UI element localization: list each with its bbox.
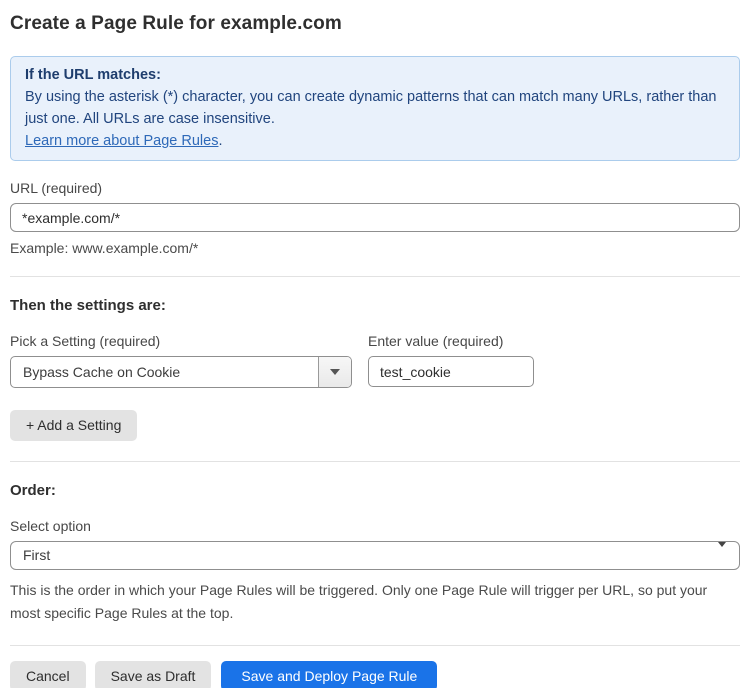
setting-column: Pick a Setting (required) Bypass Cache o…: [10, 314, 352, 388]
save-and-deploy-button[interactable]: Save and Deploy Page Rule: [221, 661, 437, 688]
info-box-link-line: Learn more about Page Rules.: [25, 130, 725, 152]
chevron-down-icon: [718, 547, 726, 565]
order-helper-text: This is the order in which your Page Rul…: [10, 579, 730, 625]
footer-actions: Cancel Save as Draft Save and Deploy Pag…: [10, 661, 740, 688]
info-box-body: By using the asterisk (*) character, you…: [25, 86, 725, 130]
value-column: Enter value (required): [368, 321, 534, 387]
pick-setting-label: Pick a Setting (required): [10, 333, 352, 349]
url-example-text: Example: www.example.com/*: [10, 240, 740, 256]
settings-row: Pick a Setting (required) Bypass Cache o…: [10, 314, 740, 388]
order-select[interactable]: First: [10, 541, 740, 570]
url-label: URL (required): [10, 180, 740, 196]
save-as-draft-button[interactable]: Save as Draft: [95, 661, 212, 688]
create-page-rule-form: Create a Page Rule for example.com If th…: [0, 0, 750, 688]
settings-section-heading: Then the settings are:: [10, 297, 740, 314]
divider: [10, 645, 740, 646]
link-suffix: .: [218, 133, 222, 149]
enter-value-label: Enter value (required): [368, 333, 534, 349]
cancel-button[interactable]: Cancel: [10, 661, 86, 688]
divider: [10, 461, 740, 462]
url-matches-info-box: If the URL matches: By using the asteris…: [10, 56, 740, 161]
page-title: Create a Page Rule for example.com: [10, 13, 740, 35]
url-input[interactable]: [10, 203, 740, 232]
setting-value-input[interactable]: [368, 356, 534, 387]
order-section-heading: Order:: [10, 482, 740, 499]
setting-select-arrow-button[interactable]: [318, 357, 351, 387]
info-box-heading: If the URL matches:: [25, 64, 725, 86]
setting-select-value: Bypass Cache on Cookie: [11, 357, 318, 387]
add-setting-button[interactable]: + Add a Setting: [10, 410, 137, 441]
learn-more-link[interactable]: Learn more about Page Rules: [25, 133, 218, 149]
order-select-value: First: [11, 547, 62, 563]
chevron-down-icon: [330, 369, 340, 375]
divider: [10, 276, 740, 277]
setting-select[interactable]: Bypass Cache on Cookie: [10, 356, 352, 388]
select-option-label: Select option: [10, 518, 740, 534]
